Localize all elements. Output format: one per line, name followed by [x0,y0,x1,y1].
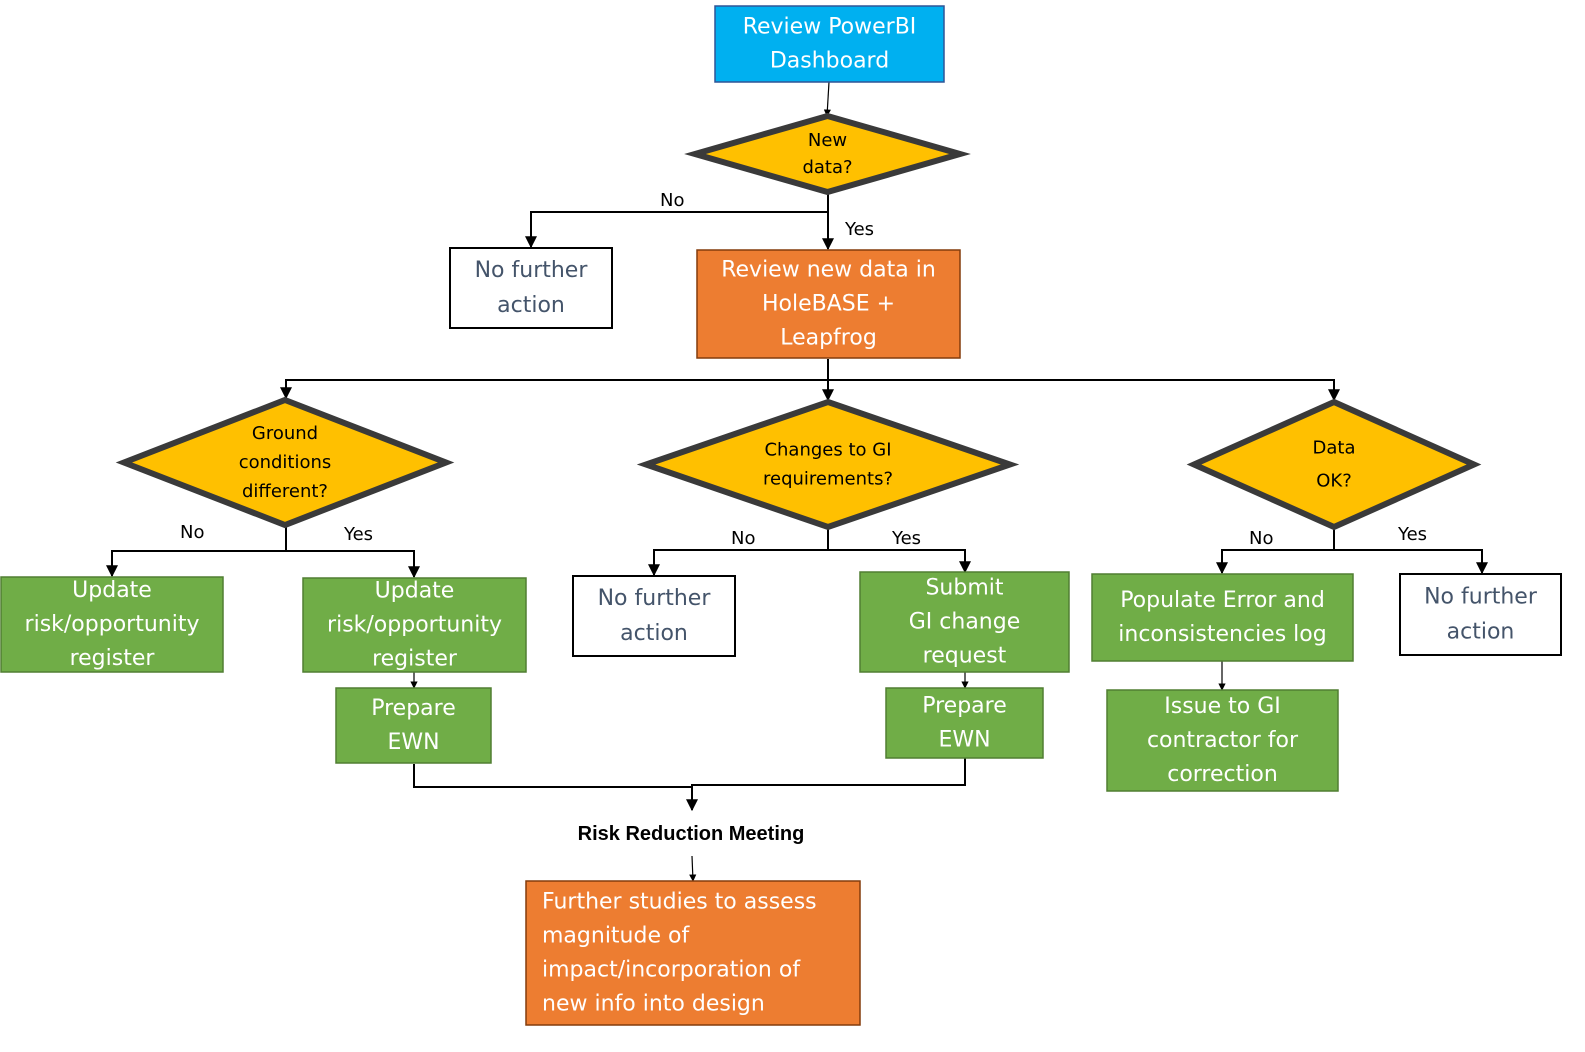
label-newdata-yes: Yes [844,219,874,240]
label-ground-no: No [180,522,204,543]
node-data-ok: Data OK? [1186,398,1482,531]
node-text-line: Leapfrog [780,326,877,351]
node-text-line: Ground [252,423,318,444]
node-prepare-ewn-2: Prepare EWN [885,687,1044,759]
node-no-action-2: No further action [572,575,736,657]
node-text-line: register [70,646,156,671]
node-text-line: action [497,293,565,318]
label-newdata-no: No [660,190,684,211]
node-text-line: risk/opportunity [25,612,200,637]
node-text-line: action [1447,620,1515,645]
edge-meeting-to-studies [689,855,697,882]
node-text-line: Populate Error and [1120,588,1325,613]
node-text-line: Further studies to assess [542,890,817,915]
node-text-line: contractor for [1147,728,1299,753]
node-text-line: different? [242,481,328,502]
node-text-line: inconsistencies log [1118,622,1326,647]
node-changes-gi: Changes to GI requirements? [636,398,1020,531]
node-issue-contractor: Issue to GI contractor for correction [1106,689,1339,792]
node-ground-cond: Ground conditions different? [115,396,455,529]
node-text-line: Review PowerBI [743,15,917,40]
node-text-line: HoleBASE + [762,292,895,317]
node-review-data: Review new data in HoleBASE + Leapfrog [696,249,961,359]
node-update-reg-yes: Update risk/opportunity register [302,577,527,673]
node-no-action-3: No further action [1399,573,1562,656]
node-text-line: No further [1424,585,1538,610]
edge-ewn1-to-meeting [413,764,692,788]
risk-reduction-meeting-label: Risk Reduction Meeting [578,823,805,845]
edge-ok-yes [1334,549,1488,575]
node-new-data: New data? [684,112,971,196]
node-further-studies: Further studies to assess magnitude of imp… [525,880,861,1026]
node-text-line: new info into design [542,992,765,1017]
node-text-line: action [620,621,688,646]
node-text-line: Data [1313,438,1356,459]
node-start: Review PowerBI Dashboard [714,5,945,83]
node-text-line: correction [1167,762,1278,787]
node-text-line: OK? [1316,471,1352,492]
decision-diamond [1186,398,1482,531]
edge-ewn2-to-meeting [686,758,966,812]
node-text-line: New [808,130,847,151]
node-text-line: Issue to GI [1164,694,1281,719]
node-text-line: conditions [239,452,332,473]
node-text-line: Prepare [922,694,1007,719]
node-text-line: EWN [938,728,990,753]
node-text-line: GI change [909,610,1021,635]
edge-ok-no [1216,528,1335,575]
label-ok-yes: Yes [1397,524,1427,545]
node-text-line: Submit [925,576,1003,601]
node-text-line: No further [475,258,589,283]
node-text-line: register [372,647,458,672]
node-text-line: requirements? [763,469,893,490]
edge-ground-yes [286,550,420,579]
edge-review-to-ground [280,379,828,400]
edge-start-to-newdata [823,81,831,117]
node-text-line: Update [72,578,152,603]
node-text-line: Review new data in [721,258,936,283]
node-prepare-ewn-1: Prepare EWN [335,687,492,764]
node-no-action-1: No further action [449,247,613,329]
node-text-line: Prepare [371,696,456,721]
node-populate-log: Populate Error and inconsistencies log [1091,573,1354,662]
label-gi-no: No [731,528,755,549]
node-text-line: data? [802,157,852,178]
node-text-line: magnitude of [542,924,690,949]
node-text-line: risk/opportunity [327,613,502,638]
edge-review-to-dataok [828,379,1340,402]
label-ok-no: No [1249,528,1273,549]
nodes: Review PowerBI Dashboard New data? No furthe… [0,5,1562,1026]
label-gi-yes: Yes [891,528,921,549]
node-text-line: impact/incorporation of [542,958,801,983]
decision-diamond [636,398,1020,531]
node-text-line: Dashboard [770,49,889,74]
decision-diamond [684,112,971,196]
flowchart: No Yes No Yes No Yes No Yes Review Power… [0,5,1562,1026]
node-text-line: EWN [387,730,439,755]
node-submit-gi: Submit GI change request [859,571,1070,673]
node-text-line: No further [598,586,712,611]
label-ground-yes: Yes [343,524,373,545]
node-text-line: Update [375,579,455,604]
node-text-line: Changes to GI [764,440,891,461]
node-text-line: request [923,644,1007,669]
node-update-reg-no: Update risk/opportunity register [0,576,224,673]
edge-gi-yes [828,549,971,574]
